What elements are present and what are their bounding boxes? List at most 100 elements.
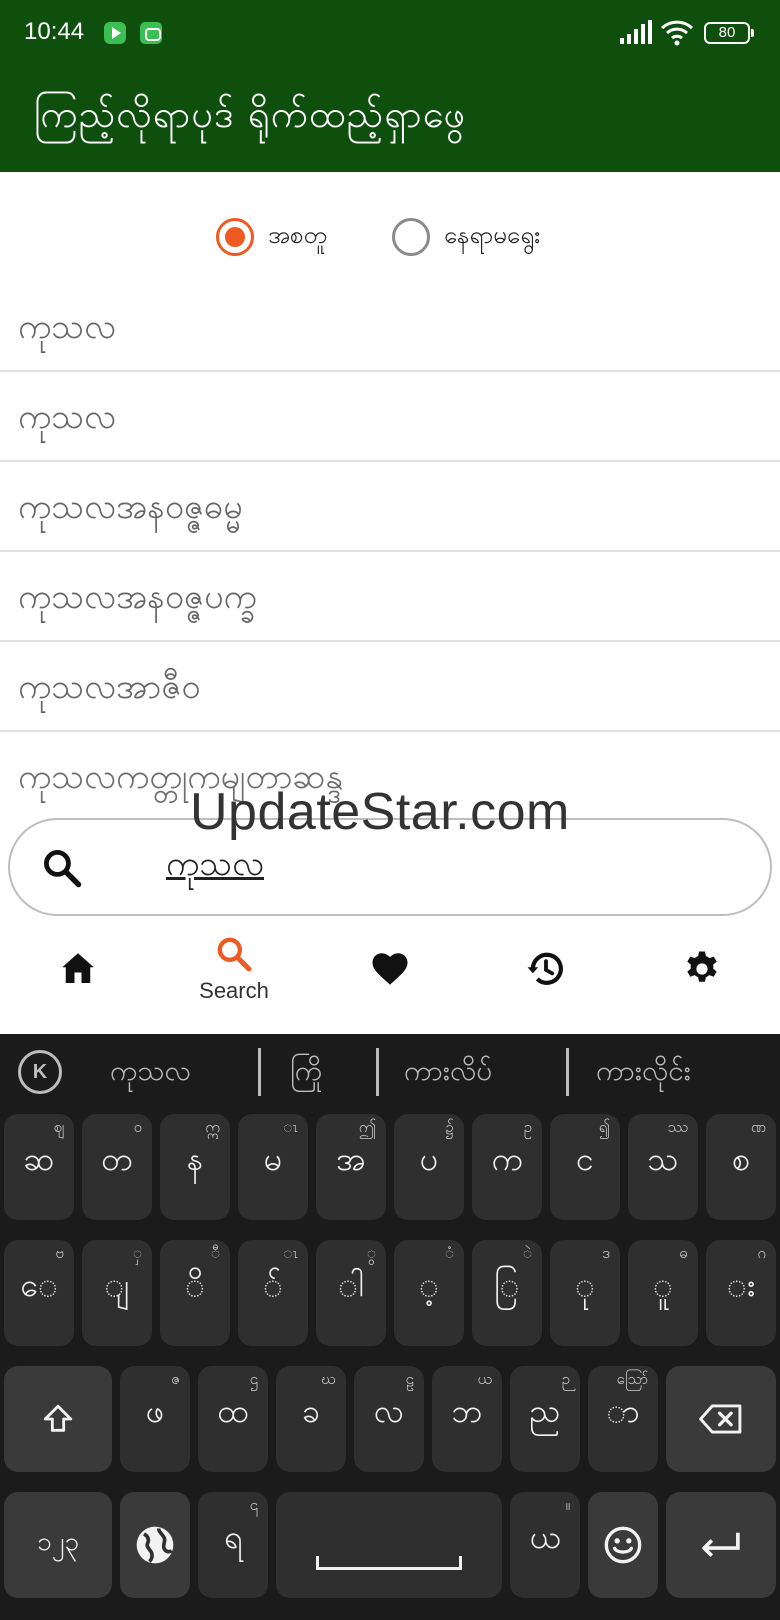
key[interactable]: ၤမ [238,1114,308,1220]
key-alt: ဒ [602,1244,610,1262]
language-key[interactable] [120,1492,190,1598]
key-alt: ၤ [283,1244,298,1262]
key[interactable]: ဏစ [706,1114,776,1220]
key[interactable]: ံ့ [394,1240,464,1346]
suggestion-divider [258,1048,261,1096]
numbers-key[interactable]: ၁၂၃ [4,1492,112,1598]
key[interactable]: ၍င [550,1114,620,1220]
key-alt: ဂ [757,1244,766,1262]
key[interactable]: ၎ရ [198,1492,268,1598]
key-label: ေ [20,1266,58,1304]
backspace-key[interactable] [666,1366,776,1472]
key[interactable]: ဒု [550,1240,620,1346]
key-alt: ဿ [667,1118,688,1136]
key-label: သ [647,1140,679,1178]
key-alt: ွ [366,1244,376,1262]
key-alt: ဃ [321,1370,336,1388]
wifi-icon [660,20,694,46]
key-label: ဖ [145,1392,165,1430]
radio-dot[interactable] [216,218,254,256]
key[interactable]: ယဘ [432,1366,502,1472]
key-alt: ၤ [283,1118,298,1136]
key[interactable]: ဠလ [354,1366,424,1472]
radio-anywhere[interactable]: နေရာမရွေး [392,218,540,256]
key[interactable]: ၤ် [238,1240,308,1346]
suggestion-item[interactable]: ကားလိပ် [404,1052,492,1094]
nav-home[interactable] [28,934,128,990]
app-bar: ကြည့်လိုရာပုဒ် ရိုက်ထည့်ရှာဖွေ [0,66,780,172]
space-key[interactable] [276,1492,502,1598]
key[interactable]: ဇဖ [120,1366,190,1472]
key[interactable]: ဤအ [316,1114,386,1220]
bot-app-icon [140,22,162,44]
list-item[interactable]: ကုသလ [0,282,780,372]
enter-key[interactable] [666,1492,776,1598]
radio-starts-with[interactable]: အစတူ [216,218,327,256]
nav-settings[interactable] [652,934,752,990]
shift-key[interactable] [4,1366,112,1472]
list-item[interactable]: ကုသလအာဇီဝ [0,642,780,732]
key[interactable]: ဿသ [628,1114,698,1220]
key[interactable]: ဓူ [628,1240,698,1346]
keyboard-logo-icon[interactable]: K [18,1050,62,1094]
key-label: ု [575,1266,595,1304]
key-alt: ဝ [133,1118,142,1136]
key[interactable]: ဣန [160,1114,230,1220]
key[interactable]: ဪာ [588,1366,658,1472]
key-alt: ဪ [616,1370,648,1388]
nav-search[interactable]: Search [184,934,284,1004]
key-label: ါ [338,1266,364,1304]
suggestion-item[interactable]: ကြို [290,1052,322,1094]
key[interactable]: ဲြ [472,1240,542,1346]
suggestion-divider [566,1048,569,1096]
key[interactable]: ဉည [510,1366,580,1472]
key[interactable]: ှျ [82,1240,152,1346]
search-mode-group: အစတူ နေရာမရွေး [0,172,780,296]
watermark: UpdateStar.com [190,783,570,841]
history-icon [527,952,563,985]
radio-dot[interactable] [392,218,430,256]
key-alt: ဓ [679,1244,688,1262]
key-alt: ဇ [171,1370,180,1388]
key[interactable]: ဂး [706,1240,776,1346]
suggestion-item[interactable]: ကားလိုင်း [596,1052,691,1094]
key[interactable]: ဥက [472,1114,542,1220]
key-label: ပ [419,1140,439,1178]
key-alt: ဣ [205,1118,220,1136]
status-bar: 10:44 80 [0,0,780,66]
key-alt: ၌ [445,1118,454,1136]
key[interactable]: ဗေ [4,1240,74,1346]
enter-icon [702,1532,740,1558]
suggestion-bar: K ကုသလ ကြို ကားလိပ် ကားလိုင်း [0,1034,780,1110]
key-alt: ီ [210,1244,220,1262]
battery-icon: 80 [704,22,754,44]
key[interactable]: ၌ပ [394,1114,464,1220]
emoji-key[interactable] [588,1492,658,1598]
results-list: ကုသလ ကုသလ ကုသလအနဝဇ္ဇဓမ္မ ကုသလအနဝဇ္ဇပက္ခ … [0,282,780,822]
key[interactable]: ဈဆ [4,1114,74,1220]
key-label: တ [101,1140,133,1178]
key[interactable]: ွါ [316,1240,386,1346]
nav-favorites[interactable] [340,934,440,990]
key[interactable]: ။ယ [510,1492,580,1598]
list-item[interactable]: ကုသလအနဝဇ္ဇပက္ခ [0,552,780,642]
status-time: 10:44 [24,18,85,45]
key-alt: ဲ [522,1244,532,1262]
search-icon [217,937,252,972]
backspace-icon [699,1404,742,1434]
bottom-nav: Search [0,924,780,1034]
list-item[interactable]: ကုသလအနဝဇ္ဇဓမ္မ [0,462,780,552]
key-label: လ [374,1392,404,1430]
key[interactable]: ဃခ [276,1366,346,1472]
key[interactable]: ဌထ [198,1366,268,1472]
suggestion-item[interactable]: ကုသလ [110,1052,191,1094]
search-input[interactable] [166,838,666,894]
key-alt: ဥ [523,1118,532,1136]
key-label: ြ [494,1266,520,1304]
nav-history[interactable] [496,934,596,990]
key[interactable]: ီိ [160,1240,230,1346]
key-alt: ဈ [53,1118,64,1136]
key-alt: ံ [444,1244,454,1262]
list-item[interactable]: ကုသလ [0,372,780,462]
key[interactable]: ဝတ [82,1114,152,1220]
